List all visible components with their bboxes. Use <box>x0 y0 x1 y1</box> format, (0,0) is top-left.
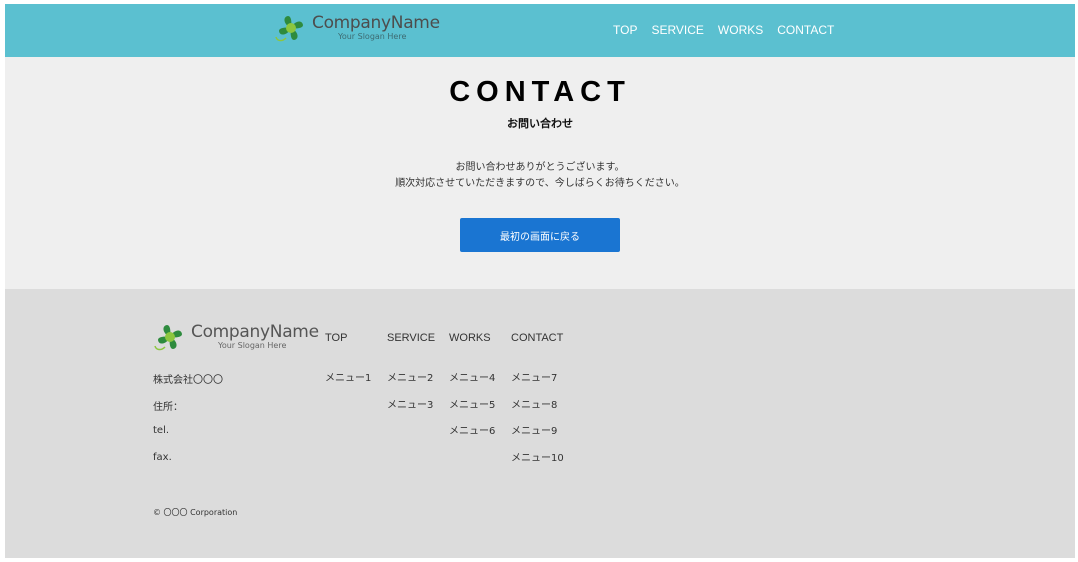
page-subtitle: お問い合わせ <box>507 117 573 130</box>
copyright: © 〇〇〇 Corporation <box>153 508 238 517</box>
page-frame: CompanyName Your Slogan Here TOP SERVICE… <box>5 4 1075 558</box>
footer-menu-item[interactable]: メニュー2 <box>387 369 435 396</box>
footer-column-top: TOP メニュー1 <box>325 332 371 396</box>
footer-menu-item[interactable]: メニュー8 <box>511 396 564 423</box>
footer-heading-top[interactable]: TOP <box>325 332 371 369</box>
footer-logo-company-name: CompanyName <box>191 322 319 342</box>
company-address: 住所： <box>153 402 183 413</box>
footer-menu-item[interactable]: メニュー9 <box>511 422 564 449</box>
site-footer: CompanyName Your Slogan Here 株式会社〇〇〇 住所：… <box>5 289 1075 558</box>
clover-leaf-logo-icon <box>153 320 187 354</box>
footer-menu-item[interactable]: メニュー4 <box>449 369 495 396</box>
company-info: 株式会社〇〇〇 住所： tel. fax. <box>153 371 223 479</box>
message-line-2: 順次対応させていただきますので、今しばらくお待ちください。 <box>395 178 685 189</box>
footer-menu-item[interactable]: メニュー1 <box>325 369 371 396</box>
nav-item-service[interactable]: SERVICE <box>651 23 703 37</box>
nav-item-contact[interactable]: CONTACT <box>777 23 834 37</box>
back-to-start-button[interactable]: 最初の画面に戻る <box>460 218 620 252</box>
company-name: 株式会社〇〇〇 <box>153 375 223 386</box>
footer-column-works: WORKS メニュー4 メニュー5 メニュー6 <box>449 332 495 449</box>
logo-slogan: Your Slogan Here <box>338 32 407 41</box>
footer-column-service: SERVICE メニュー2 メニュー3 <box>387 332 435 422</box>
clover-leaf-logo-icon <box>274 11 308 45</box>
footer-menu-item[interactable]: メニュー6 <box>449 422 495 449</box>
message-line-1: お問い合わせありがとうございます。 <box>455 162 625 173</box>
footer-logo[interactable]: CompanyName Your Slogan Here <box>153 320 319 354</box>
main-content: CONTACT お問い合わせ お問い合わせありがとうございます。 順次対応させて… <box>5 57 1075 289</box>
footer-menu-item[interactable]: メニュー3 <box>387 396 435 423</box>
footer-heading-service[interactable]: SERVICE <box>387 332 435 369</box>
nav-item-top[interactable]: TOP <box>613 23 637 37</box>
logo-company-name: CompanyName <box>312 13 440 33</box>
thank-you-message: お問い合わせありがとうございます。 順次対応させていただきますので、今しばらくお… <box>5 160 1075 192</box>
company-tel: tel. <box>153 425 170 436</box>
footer-heading-contact[interactable]: CONTACT <box>511 332 564 369</box>
nav-item-works[interactable]: WORKS <box>718 23 763 37</box>
footer-heading-works[interactable]: WORKS <box>449 332 495 369</box>
page-title: CONTACT <box>449 76 631 108</box>
header-logo[interactable]: CompanyName Your Slogan Here <box>274 11 440 45</box>
main-nav: TOP SERVICE WORKS CONTACT <box>613 23 848 37</box>
footer-menu-item[interactable]: メニュー7 <box>511 369 564 396</box>
footer-column-contact: CONTACT メニュー7 メニュー8 メニュー9 メニュー10 <box>511 332 564 475</box>
company-fax: fax. <box>153 452 172 463</box>
site-header: CompanyName Your Slogan Here TOP SERVICE… <box>5 4 1075 57</box>
footer-logo-slogan: Your Slogan Here <box>218 341 287 350</box>
footer-menu-item[interactable]: メニュー5 <box>449 396 495 423</box>
footer-menu-item[interactable]: メニュー10 <box>511 449 564 476</box>
